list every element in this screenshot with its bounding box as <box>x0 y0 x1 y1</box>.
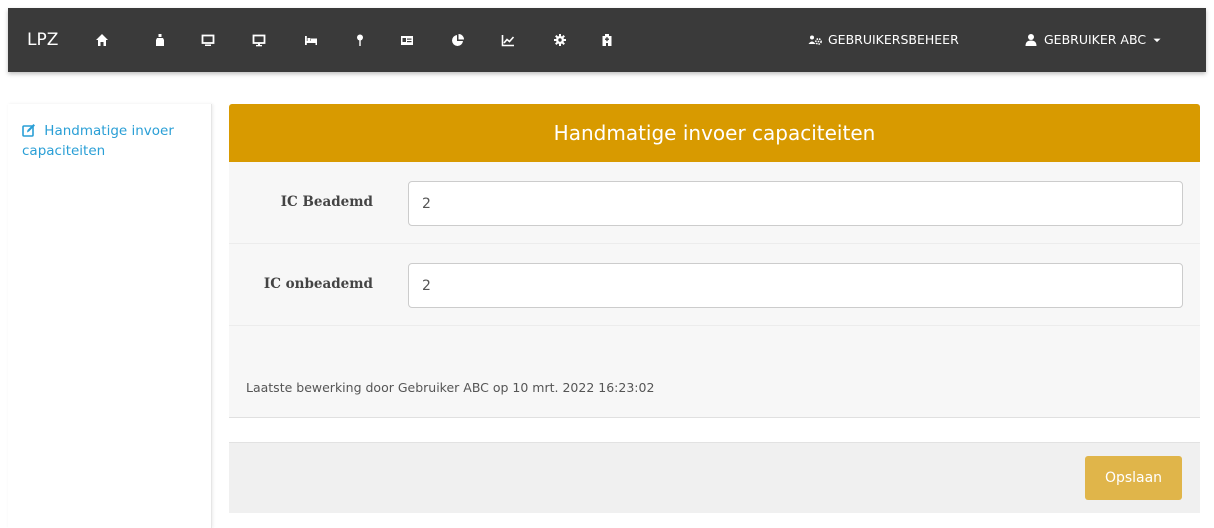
capacity-panel: Handmatige invoer capaciteiten IC Beadem… <box>229 104 1200 513</box>
monitor-alt-icon[interactable] <box>252 33 266 47</box>
save-button[interactable]: Opslaan <box>1085 456 1182 500</box>
sidebar-item-manual-input[interactable]: Handmatige invoer capaciteiten <box>22 121 208 161</box>
line-chart-icon[interactable] <box>501 33 515 47</box>
panel-title: Handmatige invoer capaciteiten <box>229 104 1200 162</box>
form-row-ic-non-ventilated: IC onbeademd <box>229 244 1200 326</box>
caret-down-icon <box>1152 35 1162 45</box>
edit-icon <box>22 123 44 139</box>
id-card-icon[interactable] <box>400 33 414 47</box>
field-label-ic-non-ventilated: IC onbeademd <box>263 276 373 292</box>
field-label-ic-ventilated: IC Beademd <box>280 194 373 210</box>
user-label: GEBRUIKER ABC <box>1044 32 1147 47</box>
panel-body: IC Beademd IC onbeademd Laatste bewerkin… <box>229 162 1200 417</box>
panel-footer: Opslaan <box>229 442 1200 513</box>
user-management-label: GEBRUIKERSBEHEER <box>828 32 959 47</box>
top-navbar: LPZ GEBRUIKERSBEHEER GEBRUIKER ABC <box>8 8 1206 72</box>
ic-non-ventilated-input[interactable] <box>408 263 1183 308</box>
user-icon <box>1024 33 1038 47</box>
pin-icon[interactable] <box>353 33 367 47</box>
pie-chart-icon[interactable] <box>451 33 465 47</box>
divider <box>229 417 1200 418</box>
ic-ventilated-input[interactable] <box>408 181 1183 226</box>
gear-icon[interactable] <box>553 33 567 47</box>
form-row-ic-ventilated: IC Beademd <box>229 162 1200 244</box>
bottle-icon[interactable] <box>153 33 167 47</box>
last-edit-info: Laatste bewerking door Gebruiker ABC op … <box>246 380 655 395</box>
bed-icon[interactable] <box>304 33 318 47</box>
user-management-link[interactable]: GEBRUIKERSBEHEER <box>808 8 959 72</box>
monitor-icon[interactable] <box>201 33 215 47</box>
user-menu-dropdown[interactable]: GEBRUIKER ABC <box>1024 8 1162 72</box>
hospital-icon[interactable] <box>600 33 614 47</box>
sidebar-item-label: Handmatige invoer capaciteiten <box>22 123 174 159</box>
home-icon[interactable] <box>95 33 109 47</box>
sidebar: Handmatige invoer capaciteiten <box>8 104 212 528</box>
brand-logo[interactable]: LPZ <box>27 8 58 72</box>
users-cog-icon <box>808 33 822 47</box>
